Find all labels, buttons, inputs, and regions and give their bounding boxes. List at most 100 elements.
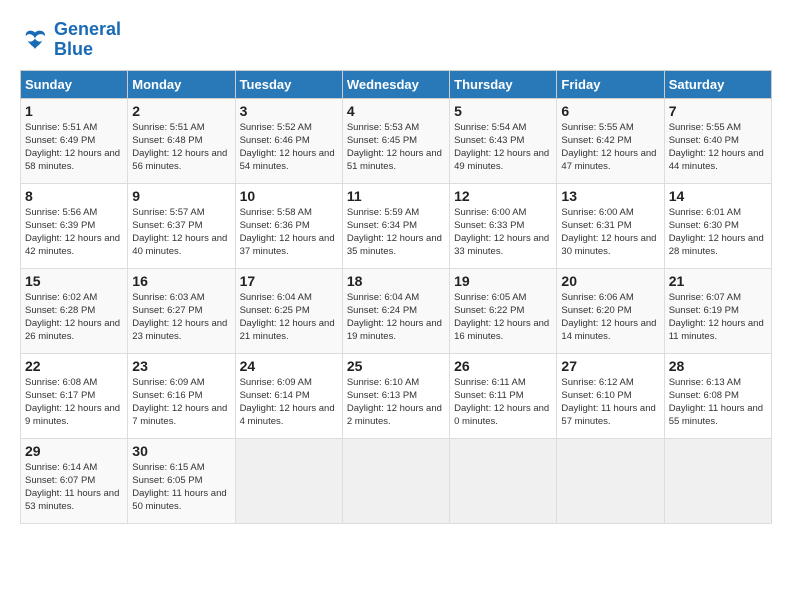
calendar-cell: 25 Sunrise: 6:10 AM Sunset: 6:13 PM Dayl…: [342, 353, 449, 438]
day-number: 1: [25, 103, 123, 119]
calendar-cell: 20 Sunrise: 6:06 AM Sunset: 6:20 PM Dayl…: [557, 268, 664, 353]
day-number: 26: [454, 358, 552, 374]
calendar-cell: 22 Sunrise: 6:08 AM Sunset: 6:17 PM Dayl…: [21, 353, 128, 438]
day-info: Sunrise: 6:05 AM Sunset: 6:22 PM Dayligh…: [454, 291, 552, 344]
day-number: 20: [561, 273, 659, 289]
day-info: Sunrise: 5:55 AM Sunset: 6:42 PM Dayligh…: [561, 121, 659, 174]
calendar-cell: 15 Sunrise: 6:02 AM Sunset: 6:28 PM Dayl…: [21, 268, 128, 353]
calendar-cell: 14 Sunrise: 6:01 AM Sunset: 6:30 PM Dayl…: [664, 183, 771, 268]
day-number: 4: [347, 103, 445, 119]
day-number: 24: [240, 358, 338, 374]
day-number: 5: [454, 103, 552, 119]
logo: General Blue: [20, 20, 121, 60]
calendar-cell: 10 Sunrise: 5:58 AM Sunset: 6:36 PM Dayl…: [235, 183, 342, 268]
calendar-cell: [664, 438, 771, 523]
day-info: Sunrise: 5:56 AM Sunset: 6:39 PM Dayligh…: [25, 206, 123, 259]
calendar-cell: 6 Sunrise: 5:55 AM Sunset: 6:42 PM Dayli…: [557, 98, 664, 183]
day-info: Sunrise: 6:13 AM Sunset: 6:08 PM Dayligh…: [669, 376, 767, 429]
calendar-week-5: 29 Sunrise: 6:14 AM Sunset: 6:07 PM Dayl…: [21, 438, 772, 523]
calendar-cell: 17 Sunrise: 6:04 AM Sunset: 6:25 PM Dayl…: [235, 268, 342, 353]
day-number: 9: [132, 188, 230, 204]
day-info: Sunrise: 5:51 AM Sunset: 6:48 PM Dayligh…: [132, 121, 230, 174]
calendar-cell: 11 Sunrise: 5:59 AM Sunset: 6:34 PM Dayl…: [342, 183, 449, 268]
day-number: 2: [132, 103, 230, 119]
calendar-week-2: 8 Sunrise: 5:56 AM Sunset: 6:39 PM Dayli…: [21, 183, 772, 268]
day-header-thursday: Thursday: [450, 70, 557, 98]
day-info: Sunrise: 5:59 AM Sunset: 6:34 PM Dayligh…: [347, 206, 445, 259]
calendar-cell: 1 Sunrise: 5:51 AM Sunset: 6:49 PM Dayli…: [21, 98, 128, 183]
calendar-header-row: SundayMondayTuesdayWednesdayThursdayFrid…: [21, 70, 772, 98]
day-info: Sunrise: 6:10 AM Sunset: 6:13 PM Dayligh…: [347, 376, 445, 429]
day-number: 15: [25, 273, 123, 289]
calendar-cell: [235, 438, 342, 523]
day-number: 29: [25, 443, 123, 459]
calendar-cell: 19 Sunrise: 6:05 AM Sunset: 6:22 PM Dayl…: [450, 268, 557, 353]
day-info: Sunrise: 6:01 AM Sunset: 6:30 PM Dayligh…: [669, 206, 767, 259]
logo-text: General Blue: [54, 20, 121, 60]
day-info: Sunrise: 6:00 AM Sunset: 6:31 PM Dayligh…: [561, 206, 659, 259]
day-number: 30: [132, 443, 230, 459]
calendar-cell: [450, 438, 557, 523]
day-info: Sunrise: 5:57 AM Sunset: 6:37 PM Dayligh…: [132, 206, 230, 259]
day-number: 27: [561, 358, 659, 374]
day-info: Sunrise: 6:06 AM Sunset: 6:20 PM Dayligh…: [561, 291, 659, 344]
day-header-wednesday: Wednesday: [342, 70, 449, 98]
page-header: General Blue: [20, 20, 772, 60]
calendar-cell: 4 Sunrise: 5:53 AM Sunset: 6:45 PM Dayli…: [342, 98, 449, 183]
day-number: 21: [669, 273, 767, 289]
day-info: Sunrise: 6:12 AM Sunset: 6:10 PM Dayligh…: [561, 376, 659, 429]
day-header-saturday: Saturday: [664, 70, 771, 98]
day-header-tuesday: Tuesday: [235, 70, 342, 98]
day-info: Sunrise: 6:04 AM Sunset: 6:25 PM Dayligh…: [240, 291, 338, 344]
day-number: 11: [347, 188, 445, 204]
calendar-cell: 5 Sunrise: 5:54 AM Sunset: 6:43 PM Dayli…: [450, 98, 557, 183]
calendar-cell: 12 Sunrise: 6:00 AM Sunset: 6:33 PM Dayl…: [450, 183, 557, 268]
calendar-cell: 16 Sunrise: 6:03 AM Sunset: 6:27 PM Dayl…: [128, 268, 235, 353]
day-header-friday: Friday: [557, 70, 664, 98]
day-info: Sunrise: 5:51 AM Sunset: 6:49 PM Dayligh…: [25, 121, 123, 174]
calendar-week-1: 1 Sunrise: 5:51 AM Sunset: 6:49 PM Dayli…: [21, 98, 772, 183]
calendar-cell: [557, 438, 664, 523]
day-info: Sunrise: 5:52 AM Sunset: 6:46 PM Dayligh…: [240, 121, 338, 174]
day-number: 19: [454, 273, 552, 289]
day-number: 10: [240, 188, 338, 204]
calendar-cell: 18 Sunrise: 6:04 AM Sunset: 6:24 PM Dayl…: [342, 268, 449, 353]
calendar-cell: 30 Sunrise: 6:15 AM Sunset: 6:05 PM Dayl…: [128, 438, 235, 523]
day-info: Sunrise: 5:54 AM Sunset: 6:43 PM Dayligh…: [454, 121, 552, 174]
day-header-sunday: Sunday: [21, 70, 128, 98]
day-info: Sunrise: 6:14 AM Sunset: 6:07 PM Dayligh…: [25, 461, 123, 514]
day-info: Sunrise: 6:08 AM Sunset: 6:17 PM Dayligh…: [25, 376, 123, 429]
day-number: 22: [25, 358, 123, 374]
calendar-cell: [342, 438, 449, 523]
day-info: Sunrise: 6:11 AM Sunset: 6:11 PM Dayligh…: [454, 376, 552, 429]
calendar-cell: 24 Sunrise: 6:09 AM Sunset: 6:14 PM Dayl…: [235, 353, 342, 438]
calendar-cell: 29 Sunrise: 6:14 AM Sunset: 6:07 PM Dayl…: [21, 438, 128, 523]
calendar-cell: 27 Sunrise: 6:12 AM Sunset: 6:10 PM Dayl…: [557, 353, 664, 438]
day-number: 3: [240, 103, 338, 119]
day-number: 12: [454, 188, 552, 204]
day-number: 16: [132, 273, 230, 289]
day-info: Sunrise: 6:04 AM Sunset: 6:24 PM Dayligh…: [347, 291, 445, 344]
day-number: 25: [347, 358, 445, 374]
day-number: 28: [669, 358, 767, 374]
calendar-week-4: 22 Sunrise: 6:08 AM Sunset: 6:17 PM Dayl…: [21, 353, 772, 438]
day-number: 18: [347, 273, 445, 289]
day-info: Sunrise: 6:09 AM Sunset: 6:16 PM Dayligh…: [132, 376, 230, 429]
day-number: 8: [25, 188, 123, 204]
day-info: Sunrise: 5:58 AM Sunset: 6:36 PM Dayligh…: [240, 206, 338, 259]
calendar-cell: 3 Sunrise: 5:52 AM Sunset: 6:46 PM Dayli…: [235, 98, 342, 183]
day-info: Sunrise: 6:09 AM Sunset: 6:14 PM Dayligh…: [240, 376, 338, 429]
day-info: Sunrise: 6:07 AM Sunset: 6:19 PM Dayligh…: [669, 291, 767, 344]
calendar-cell: 28 Sunrise: 6:13 AM Sunset: 6:08 PM Dayl…: [664, 353, 771, 438]
calendar-cell: 7 Sunrise: 5:55 AM Sunset: 6:40 PM Dayli…: [664, 98, 771, 183]
calendar-week-3: 15 Sunrise: 6:02 AM Sunset: 6:28 PM Dayl…: [21, 268, 772, 353]
day-info: Sunrise: 5:53 AM Sunset: 6:45 PM Dayligh…: [347, 121, 445, 174]
day-info: Sunrise: 6:00 AM Sunset: 6:33 PM Dayligh…: [454, 206, 552, 259]
day-info: Sunrise: 6:02 AM Sunset: 6:28 PM Dayligh…: [25, 291, 123, 344]
day-number: 23: [132, 358, 230, 374]
day-number: 7: [669, 103, 767, 119]
day-info: Sunrise: 6:03 AM Sunset: 6:27 PM Dayligh…: [132, 291, 230, 344]
day-number: 17: [240, 273, 338, 289]
calendar-cell: 9 Sunrise: 5:57 AM Sunset: 6:37 PM Dayli…: [128, 183, 235, 268]
day-number: 6: [561, 103, 659, 119]
